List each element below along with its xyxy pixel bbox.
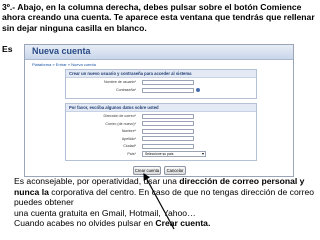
username-row: Nombre de usuario*: [66, 79, 256, 86]
personal-data-section: Por favor, escriba algunos datos sobre u…: [65, 103, 257, 161]
password-label: Contraseña*: [116, 88, 136, 92]
city-row: Ciudad*: [66, 143, 256, 150]
password-field[interactable]: [142, 87, 194, 93]
email-label: Dirección de correo*: [103, 114, 136, 118]
city-label: Ciudad*: [123, 144, 136, 148]
username-field[interactable]: [142, 79, 194, 85]
advice-text: Es aconsejable, por operatividad, usar u…: [14, 176, 314, 229]
firstname-label: Nombre*: [121, 129, 136, 133]
email-field[interactable]: [142, 113, 194, 119]
lastname-label: Apellido*: [121, 136, 136, 141]
firstname-row: Nombre*: [66, 128, 256, 135]
intro-paragraph: 3º.- Abajo, en la columna derecha, debes…: [2, 2, 315, 33]
email-row: Dirección de correo*: [66, 113, 256, 120]
password-row: Contraseña*: [66, 87, 256, 94]
country-label: País*: [127, 151, 136, 156]
username-label: Nombre de usuario*: [104, 80, 136, 84]
country-row: País* Seleccione su país: [66, 151, 256, 158]
country-select[interactable]: Seleccione su país: [142, 151, 206, 157]
info-icon[interactable]: [196, 88, 200, 92]
advice-part4: Cuando acabes no olvides pulsar en: [14, 218, 156, 229]
advice-part3: una cuenta gratuita en Gmail, Hotmail, Y…: [14, 207, 196, 218]
advice-part1: Es aconsejable, por operatividad, usar u…: [14, 176, 180, 186]
breadcrumb[interactable]: Plataforma » Entrar » Nueva cuenta: [32, 62, 96, 67]
city-field[interactable]: [142, 143, 194, 149]
es-label: Es: [2, 44, 13, 54]
email-confirm-field[interactable]: [142, 121, 194, 126]
email-confirm-row: Correo (de nuevo)*: [66, 121, 256, 128]
credentials-heading: Crear un nuevo usuario y contraseña para…: [66, 70, 256, 78]
signup-screenshot: Nueva cuenta Plataforma » Entrar » Nueva…: [24, 44, 294, 177]
personal-data-heading: Por favor, escriba algunos datos sobre u…: [66, 104, 256, 112]
lastname-field[interactable]: [142, 136, 194, 141]
lastname-row: Apellido*: [66, 136, 256, 143]
window-titlebar: Nueva cuenta: [25, 45, 293, 60]
advice-bold2: Crear cuenta.: [155, 218, 211, 229]
firstname-field[interactable]: [142, 128, 194, 134]
advice-part2: corporativa del centro. En caso de que n…: [14, 186, 315, 208]
create-account-button[interactable]: Crear cuenta: [133, 166, 161, 175]
email-confirm-label: Correo (de nuevo)*: [105, 121, 136, 126]
credentials-section: Crear un nuevo usuario y contraseña para…: [65, 69, 257, 99]
cancel-button[interactable]: Cancelar: [164, 166, 186, 175]
window-title: Nueva cuenta: [32, 46, 91, 56]
